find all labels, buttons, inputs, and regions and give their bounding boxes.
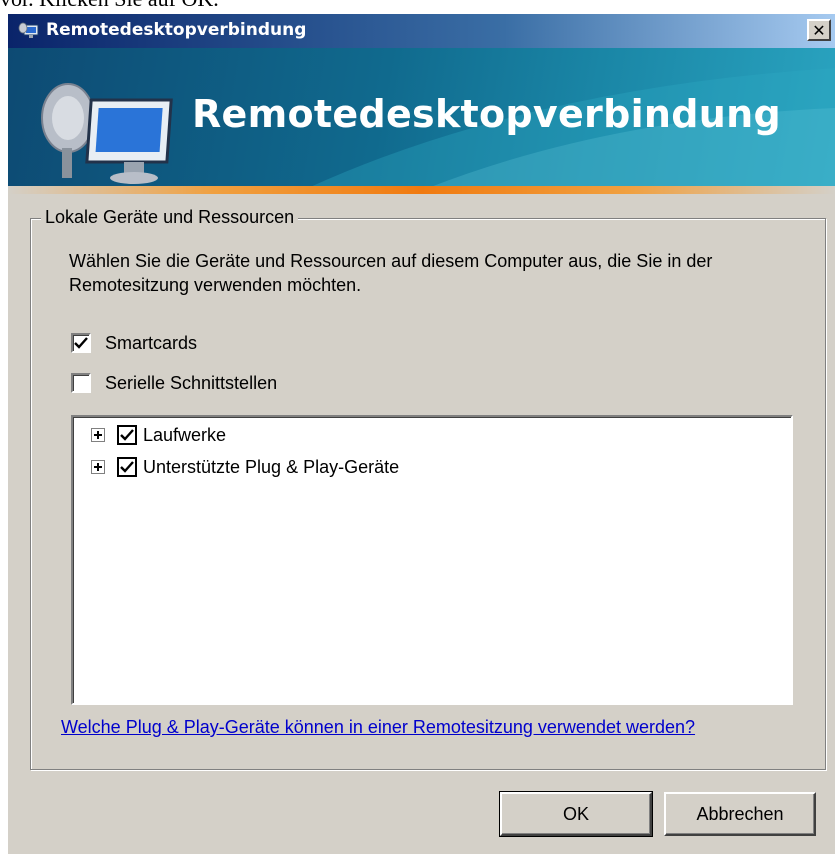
drives-checkbox[interactable] [117, 425, 137, 445]
window-title: Remotedesktopverbindung [46, 20, 307, 40]
group-description: Wählen Sie die Geräte und Ressourcen auf… [69, 251, 713, 295]
smartcards-option[interactable]: Smartcards [71, 331, 197, 355]
remote-desktop-app-icon [18, 22, 39, 38]
serial-ports-checkbox[interactable] [71, 373, 91, 393]
expand-plus-icon[interactable] [91, 428, 105, 442]
banner-accent-bar [8, 186, 835, 194]
local-devices-groupbox: Lokale Geräte und Ressourcen Wählen Sie … [30, 207, 826, 770]
serial-ports-label: Serielle Schnittstellen [105, 372, 278, 393]
page-text-fragment: vor. Klicken Sie auf OK. [0, 0, 835, 10]
devices-tree-view[interactable]: Laufwerke Unterstützte Plug & Play-Gerät… [71, 415, 793, 705]
remote-desktop-logo-icon [41, 83, 173, 184]
plug-and-play-label: Unterstützte Plug & Play-Geräte [143, 456, 400, 477]
plug-and-play-checkbox[interactable] [117, 457, 137, 477]
banner-title: Remotedesktopverbindung [192, 92, 781, 136]
drives-label: Laufwerke [143, 424, 227, 445]
remote-desktop-dialog: Remotedesktopverbindung ✕ Remotedesktopv… [8, 14, 835, 854]
plug-and-play-help-link[interactable]: Welche Plug & Play-Geräte können in eine… [61, 717, 695, 738]
expand-plus-icon[interactable] [91, 460, 105, 474]
checkmark-icon [120, 461, 134, 473]
group-legend: Lokale Geräte und Ressourcen [41, 207, 299, 228]
title-bar: Remotedesktopverbindung ✕ [8, 14, 835, 48]
tree-item-plug-and-play[interactable]: Unterstützte Plug & Play-Geräte [91, 455, 399, 479]
serial-ports-option[interactable]: Serielle Schnittstellen [71, 371, 277, 395]
checkmark-icon [120, 429, 134, 441]
checkmark-icon [74, 337, 88, 349]
close-icon: ✕ [812, 20, 826, 40]
smartcards-label: Smartcards [105, 332, 198, 353]
ok-button[interactable]: OK [499, 791, 653, 837]
tree-item-drives[interactable]: Laufwerke [91, 423, 226, 447]
header-banner: Remotedesktopverbindung [8, 48, 835, 188]
smartcards-checkbox[interactable] [71, 333, 91, 353]
cancel-button[interactable]: Abbrechen [664, 792, 816, 836]
close-button[interactable]: ✕ [807, 19, 831, 41]
